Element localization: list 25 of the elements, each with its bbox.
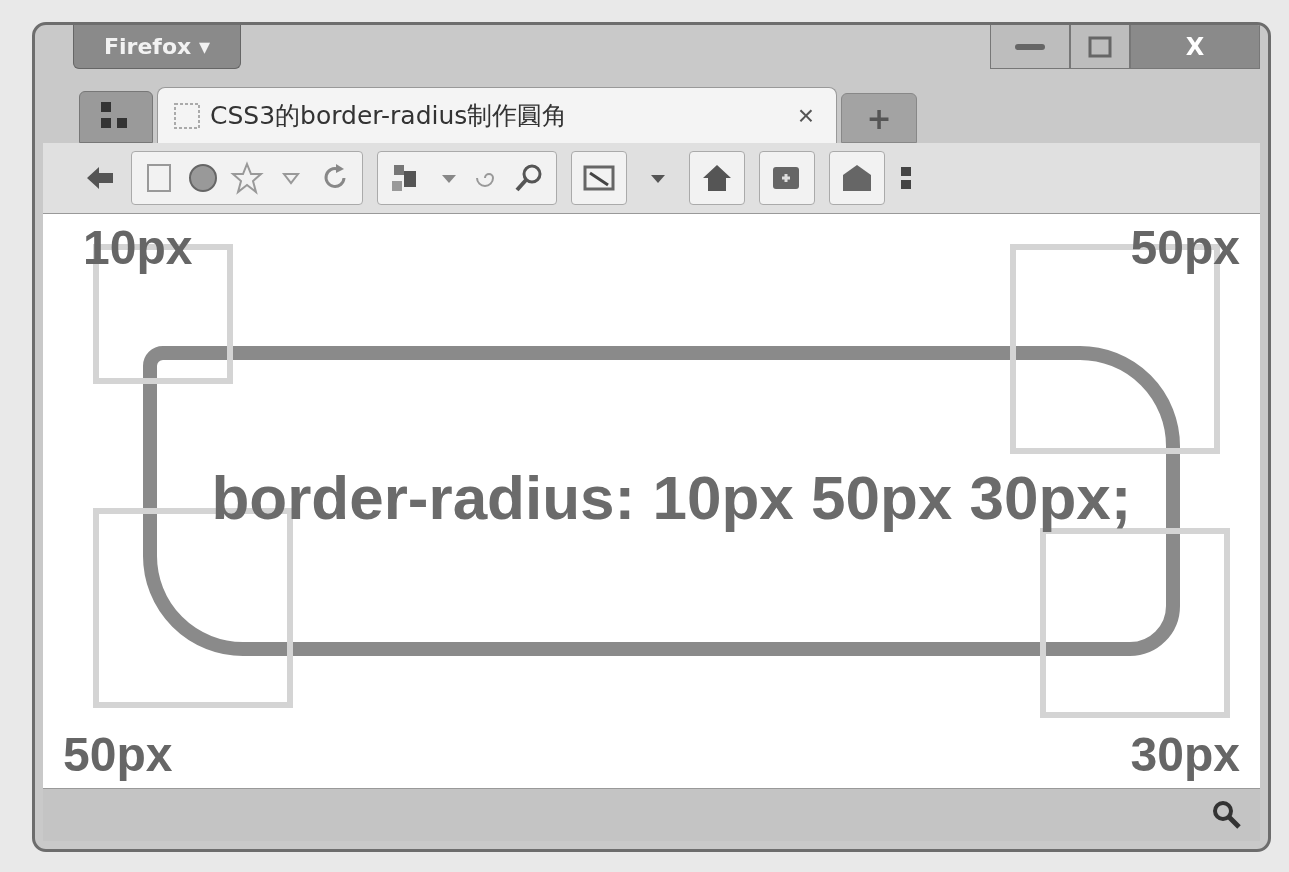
new-tab-button[interactable]: + <box>841 93 917 143</box>
app-menu-button[interactable]: Firefox ▾ <box>73 25 241 69</box>
minimize-button[interactable] <box>990 25 1070 69</box>
address-bar[interactable] <box>131 151 363 205</box>
page-icon <box>174 102 200 129</box>
corner-radius-label: 50px <box>63 727 173 782</box>
star-icon[interactable] <box>230 161 264 195</box>
maximize-button[interactable] <box>1070 25 1130 69</box>
addon-button[interactable] <box>759 151 815 205</box>
demo-code-text: border-radius: 10px 50px 30px; <box>210 461 1133 533</box>
maximize-icon <box>1088 35 1112 58</box>
search-bar[interactable] <box>377 151 557 205</box>
home-button[interactable] <box>689 151 745 205</box>
close-button[interactable]: X <box>1130 25 1260 69</box>
corner-radius-label: 30px <box>1130 727 1240 782</box>
globe-icon <box>186 161 220 195</box>
corner-radius-label: 50px <box>1130 220 1240 275</box>
browser-tab[interactable]: CSS3的border-radius制作圓角 × <box>157 87 837 143</box>
screenshot-button[interactable] <box>571 151 627 205</box>
corner-radius-label: 10px <box>83 220 193 275</box>
bookmark-button[interactable] <box>829 151 885 205</box>
tab-title: CSS3的border-radius制作圓角 <box>210 100 569 132</box>
tab-groups-button[interactable] <box>79 91 153 143</box>
minimize-icon <box>1015 41 1045 52</box>
tab-close-button[interactable]: × <box>791 99 820 132</box>
